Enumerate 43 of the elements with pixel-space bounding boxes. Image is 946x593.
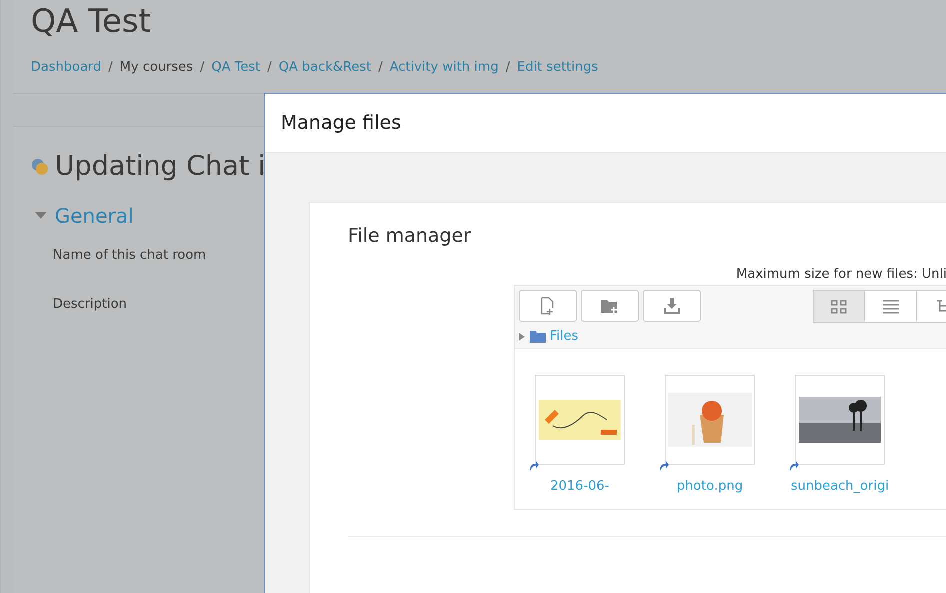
breadcrumb-separator: /: [506, 60, 510, 75]
file-name: 2016-06-: [550, 479, 610, 494]
breadcrumb-link[interactable]: Dashboard: [31, 60, 102, 75]
section-title[interactable]: General: [55, 204, 134, 228]
page-heading: Updating Chat i: [55, 151, 266, 182]
breadcrumb-link[interactable]: QA back&Rest: [278, 60, 372, 75]
list-view-button[interactable]: [865, 290, 917, 323]
breadcrumb-text: My courses: [120, 60, 194, 75]
file-name: sunbeach_origi: [790, 479, 890, 494]
chat-bubbles-icon: [31, 158, 49, 176]
max-size-note: Maximum size for new files: Unli: [735, 267, 946, 282]
expand-caret-icon[interactable]: [519, 332, 526, 340]
field-label: Name of this chat room: [53, 248, 206, 263]
add-file-icon: [540, 297, 556, 315]
add-folder-button[interactable]: [581, 290, 639, 322]
download-button[interactable]: [643, 290, 701, 322]
list-view-icon: [882, 300, 898, 314]
file-item[interactable]: 2016-06-: [535, 375, 625, 509]
form-label: File manager: [348, 225, 472, 247]
breadcrumb-link[interactable]: Edit settings: [517, 60, 598, 75]
file-name: photo.png: [676, 479, 744, 494]
add-folder-icon: [601, 298, 619, 314]
breadcrumb-separator: /: [108, 60, 113, 75]
breadcrumb-separator: /: [378, 60, 383, 75]
curved-arrow-icon: [529, 460, 539, 472]
folder-path-link[interactable]: Files: [550, 329, 579, 344]
breadcrumb-link[interactable]: QA Test: [212, 60, 260, 75]
dialog-title: Manage files: [281, 112, 402, 134]
download-icon: [664, 298, 680, 314]
breadcrumb-separator: /: [200, 60, 205, 75]
grid-view-button[interactable]: [813, 290, 865, 323]
field-label: Description: [53, 297, 128, 312]
course-title: QA Test: [31, 2, 152, 40]
expand-caret-icon[interactable]: [35, 212, 47, 220]
file-item[interactable]: photo.png: [665, 375, 755, 509]
breadcrumb-separator: /: [267, 60, 272, 75]
folder-icon: [530, 330, 546, 343]
curved-arrow-icon: [659, 460, 669, 472]
tree-view-icon: [936, 300, 946, 314]
grid-view-icon: [831, 300, 847, 314]
curved-arrow-icon: [789, 460, 799, 472]
breadcrumb-link[interactable]: Activity with img: [390, 60, 499, 75]
add-file-button[interactable]: [519, 290, 577, 322]
